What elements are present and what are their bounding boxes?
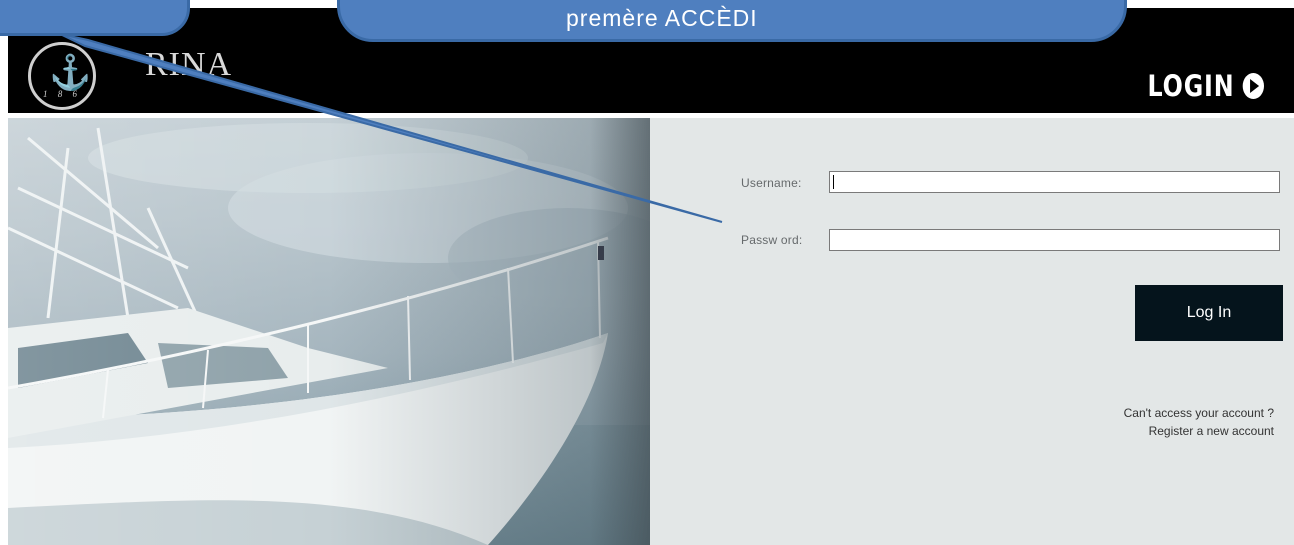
callout-text: premère ACCÈDI [566, 5, 758, 31]
callout-pointer [59, 33, 723, 223]
callout-box-top: premère ACCÈDI [337, 0, 1127, 42]
callout-box-left [0, 0, 190, 36]
